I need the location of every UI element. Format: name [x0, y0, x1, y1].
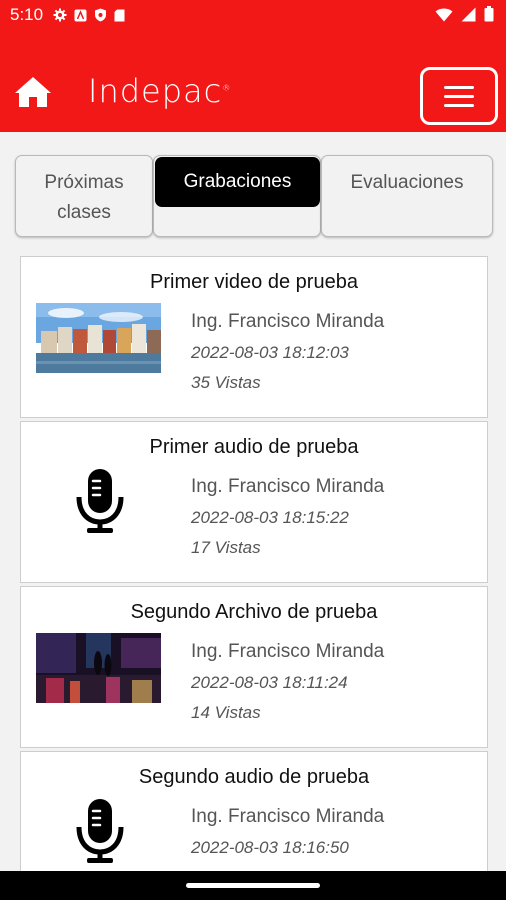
logo-text: Indepac: [88, 72, 223, 110]
status-bar: 5:10: [0, 0, 506, 30]
recording-date: 2022-08-03 18:16:50: [191, 838, 349, 857]
recording-title: Segundo audio de prueba: [138, 766, 370, 788]
recording-title: Primer audio de prueba: [149, 436, 359, 458]
recording-author: Ing. Francisco Miranda: [191, 311, 385, 332]
signal-icon: [461, 7, 476, 26]
menu-icon-bar: [444, 85, 474, 89]
app-logo: Indepac®: [88, 72, 231, 110]
tab-label: Grabaciones: [155, 157, 320, 207]
recording-date: 2022-08-03 18:15:22: [191, 508, 349, 527]
recording-card[interactable]: Segundo Archivo de prueba Ing. Francisco…: [20, 586, 488, 748]
recording-card[interactable]: Primer video de prueba Ing. Francisco Mi…: [20, 256, 488, 418]
recording-date: 2022-08-03 18:12:03: [191, 343, 349, 362]
recording-title: Primer video de prueba: [150, 271, 358, 293]
a-notification-icon: [74, 9, 87, 22]
microphone-icon[interactable]: [73, 794, 127, 866]
menu-icon-bar: [444, 103, 474, 107]
recording-date: 2022-08-03 18:11:24: [191, 673, 348, 692]
wifi-icon: [435, 7, 453, 26]
tab-label: Próximas clases: [44, 172, 124, 223]
recording-views: 35 Vistas: [191, 373, 261, 392]
video-thumbnail[interactable]: [36, 303, 161, 373]
system-nav-bar: [0, 871, 506, 900]
recording-title: Segundo Archivo de prueba: [130, 601, 378, 623]
recording-card[interactable]: Primer audio de prueba Ing. Francisco Mi…: [20, 421, 488, 583]
menu-icon-bar: [444, 94, 474, 98]
home-icon[interactable]: [13, 75, 53, 111]
microphone-icon[interactable]: [73, 464, 127, 536]
recording-author: Ing. Francisco Miranda: [191, 806, 385, 827]
tab-grabaciones[interactable]: Grabaciones: [153, 155, 321, 237]
tab-evaluaciones[interactable]: Evaluaciones: [321, 155, 493, 237]
sd-card-icon: [114, 9, 125, 22]
recording-views: 17 Vistas: [191, 538, 261, 557]
home-gesture-handle[interactable]: [186, 883, 320, 888]
tab-proximas-clases[interactable]: Próximas clases: [15, 155, 153, 237]
video-thumbnail[interactable]: [36, 633, 161, 703]
settings-icon: [53, 8, 67, 22]
status-time: 5:10: [10, 5, 44, 24]
recording-author: Ing. Francisco Miranda: [191, 476, 385, 497]
logo-registered-mark: ®: [222, 83, 232, 93]
recording-views: 14 Vistas: [191, 703, 261, 722]
menu-button[interactable]: [420, 67, 498, 125]
battery-icon: [484, 6, 494, 26]
shield-icon: [94, 8, 107, 22]
tab-label: Evaluaciones: [350, 172, 464, 193]
recording-author: Ing. Francisco Miranda: [191, 641, 385, 662]
